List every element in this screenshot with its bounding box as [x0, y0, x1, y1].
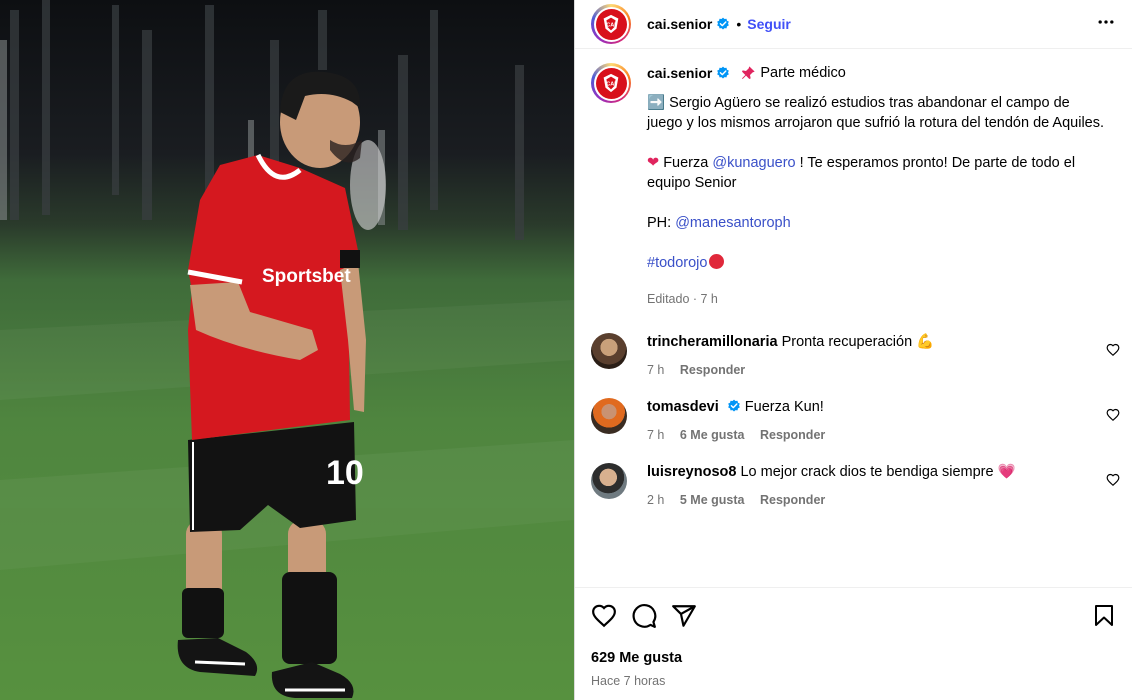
caption-avatar[interactable]: CAI — [591, 63, 631, 103]
photo-illustration: Sportsbet 10 — [0, 0, 574, 698]
heart-icon — [592, 604, 616, 628]
caption-edited: Editado · 7 h — [647, 292, 718, 306]
caption-paragraph-2-pre: Fuerza — [663, 155, 709, 171]
comment-username[interactable]: trincheramillonaria — [647, 334, 778, 350]
comment-icon — [632, 604, 657, 628]
reply-button[interactable]: Responder — [760, 428, 825, 442]
heart-icon — [1106, 473, 1120, 487]
comment-emoji: 💗 — [997, 464, 1016, 480]
comment-text: Pronta recuperación — [781, 334, 913, 350]
header-username[interactable]: cai.senior — [647, 16, 712, 32]
comment-like-button[interactable] — [1106, 408, 1120, 427]
comment-emoji: 💪 — [916, 334, 935, 350]
more-icon — [1098, 19, 1114, 24]
credit-label: PH: — [647, 215, 672, 231]
comment-like-button[interactable] — [1106, 473, 1120, 492]
post-header: CAI cai.senior • Seguir — [575, 0, 1132, 49]
heart-icon — [1106, 408, 1120, 422]
comment-time: 7 h — [647, 428, 665, 442]
post-time[interactable]: Hace 7 horas — [591, 674, 1116, 688]
caption-title: Parte médico — [760, 65, 846, 81]
comments-scroll-area[interactable]: CAI cai.senior Parte médico ➡️ Sergio Ag… — [575, 49, 1132, 587]
share-button[interactable] — [671, 603, 697, 629]
post-photo[interactable]: Sportsbet 10 — [0, 0, 574, 700]
heart-icon — [1106, 343, 1120, 357]
comment-like-button[interactable] — [1106, 343, 1120, 362]
caption-paragraph-1-text: Sergio Agüero se realizó estudios tras a… — [647, 95, 1105, 131]
heart-emoji: ❤ — [647, 155, 660, 171]
sponsor-text: Sportsbet — [262, 266, 351, 287]
svg-text:CAI: CAI — [606, 81, 616, 87]
reply-button[interactable]: Responder — [680, 363, 745, 377]
mention-manesantoroph[interactable]: @manesantoroph — [675, 215, 790, 231]
hashtag-todorojo[interactable]: #todorojo — [647, 255, 707, 271]
share-icon — [672, 605, 696, 627]
post-view: Sportsbet 10 CAI cai.senior • Seguir CAI… — [0, 0, 1132, 700]
comment-time: 2 h — [647, 493, 665, 507]
comment-time: 7 h — [647, 363, 665, 377]
comment-text: Fuerza Kun! — [744, 399, 824, 415]
comment-text: Lo mejor crack dios te bendiga siempre — [740, 464, 994, 480]
club-logo-icon: CAI — [603, 14, 619, 34]
caption-paragraph-2: ❤ Fuerza @kunaguero ! Te esperamos pront… — [647, 153, 1107, 193]
red-circle-icon — [709, 254, 725, 269]
comment-button[interactable] — [631, 603, 657, 629]
post-actions: 629 Me gusta Hace 7 horas — [575, 587, 1132, 700]
comment-item: luisreynoso8 Lo mejor crack dios te bend… — [575, 463, 1132, 510]
shirt-number: 10 — [326, 454, 364, 492]
comment-likes[interactable]: 6 Me gusta — [680, 428, 745, 442]
comment-item: trincheramillonaria Pronta recuperación … — [575, 333, 1132, 380]
comment-username[interactable]: tomasdevi — [647, 399, 719, 415]
verified-icon — [717, 66, 730, 79]
pin-icon — [742, 66, 756, 79]
reply-button[interactable]: Responder — [760, 493, 825, 507]
post-side-panel: CAI cai.senior • Seguir CAI cai.senior P… — [574, 0, 1132, 700]
profile-avatar[interactable]: CAI — [591, 4, 631, 44]
header-separator: • — [736, 16, 742, 32]
comment-item: tomasdevi Fuerza Kun! 7 h 6 Me gusta Res… — [575, 398, 1132, 445]
comment-avatar[interactable] — [591, 398, 627, 434]
mention-kunaguero[interactable]: @kunaguero — [712, 155, 795, 171]
arrow-emoji: ➡️ — [647, 95, 666, 111]
follow-button[interactable]: Seguir — [747, 16, 791, 32]
caption-credit: PH: @manesantoroph — [647, 213, 1107, 233]
caption-username[interactable]: cai.senior — [647, 63, 712, 83]
verified-icon — [717, 17, 730, 30]
svg-text:CAI: CAI — [606, 22, 616, 28]
caption-hashtag-row: #todorojo — [647, 253, 1107, 273]
comment-username[interactable]: luisreynoso8 — [647, 464, 736, 480]
club-logo-icon: CAI — [603, 73, 619, 93]
like-button[interactable] — [591, 603, 617, 629]
more-options-button[interactable] — [1096, 12, 1116, 37]
save-button[interactable] — [1092, 603, 1116, 629]
comment-likes[interactable]: 5 Me gusta — [680, 493, 745, 507]
bookmark-icon — [1095, 605, 1113, 626]
post-caption: CAI cai.senior Parte médico ➡️ Sergio Ag… — [575, 49, 1132, 309]
comment-avatar[interactable] — [591, 333, 627, 369]
likes-count[interactable]: 629 Me gusta — [591, 650, 1116, 666]
comment-avatar[interactable] — [591, 463, 627, 499]
caption-paragraph-1: ➡️ Sergio Agüero se realizó estudios tra… — [647, 93, 1107, 133]
verified-icon — [727, 399, 740, 412]
